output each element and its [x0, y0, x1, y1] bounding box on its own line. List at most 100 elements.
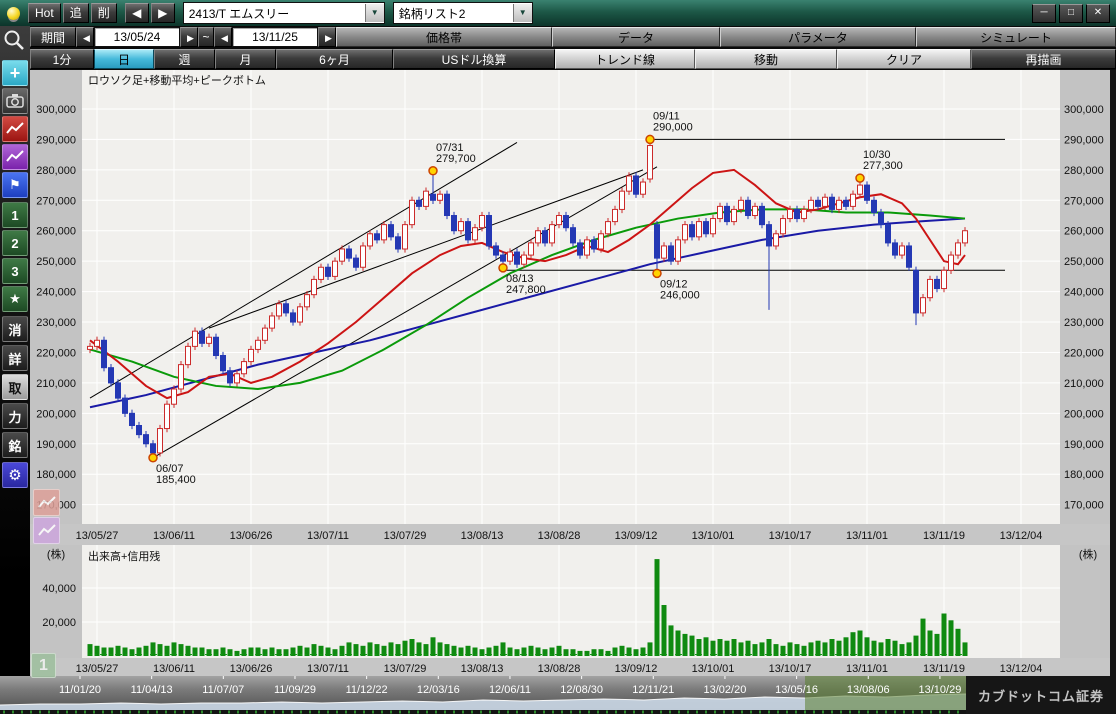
add-symbol-button[interactable]: 追	[63, 3, 89, 23]
svg-text:200,000: 200,000	[36, 408, 76, 420]
window-close-button[interactable]: ✕	[1086, 4, 1110, 23]
svg-text:220,000: 220,000	[1064, 347, 1104, 359]
chart-red-icon[interactable]	[2, 116, 28, 142]
period-label[interactable]: 期間	[30, 27, 76, 47]
erase-icon[interactable]: 消	[2, 316, 28, 342]
svg-text:13/09/12: 13/09/12	[615, 530, 658, 542]
price-band-button[interactable]: 価格帯	[336, 27, 552, 47]
svg-text:220,000: 220,000	[36, 347, 76, 359]
svg-text:180,000: 180,000	[36, 469, 76, 481]
timeframe-toolbar: 1分 日 週 月 6ヶ月 USドル換算 トレンド線 移動 クリア 再描画	[30, 48, 1116, 70]
svg-text:13/02/20: 13/02/20	[704, 684, 747, 696]
svg-text:12/08/30: 12/08/30	[560, 684, 603, 696]
chevron-down-icon[interactable]: ▼	[513, 4, 532, 22]
svg-text:13/10/01: 13/10/01	[692, 530, 735, 542]
flag-icon[interactable]: ⚑	[2, 172, 28, 198]
chevron-down-icon[interactable]: ▼	[365, 4, 384, 22]
window-frame-edge	[1110, 70, 1116, 676]
date-to-field[interactable]: 13/11/25	[232, 27, 318, 47]
main-chart[interactable]: 06/07185,40007/31279,70008/13247,80009/1…	[30, 70, 1116, 676]
svg-text:240,000: 240,000	[36, 287, 76, 299]
hot-button[interactable]: Hot	[28, 3, 61, 23]
tab-6month[interactable]: 6ヶ月	[276, 49, 393, 69]
svg-text:13/06/11: 13/06/11	[153, 530, 195, 542]
svg-text:13/08/06: 13/08/06	[847, 684, 890, 696]
parameter-button[interactable]: パラメータ	[720, 27, 916, 47]
usd-convert-button[interactable]: USドル換算	[393, 49, 555, 69]
svg-text:170,000: 170,000	[1064, 500, 1104, 512]
price-chart-svg: 06/07185,40007/31279,70008/13247,80009/1…	[30, 70, 1116, 676]
svg-text:277,300: 277,300	[863, 160, 903, 172]
chart-purple-faded-icon[interactable]	[33, 517, 60, 544]
pick-icon[interactable]: 取	[2, 374, 28, 400]
svg-text:13/09/12: 13/09/12	[615, 663, 658, 675]
svg-text:185,400: 185,400	[156, 474, 196, 486]
svg-text:190,000: 190,000	[1064, 439, 1104, 451]
title-bar: Hot 追 削 ◀ ▶ 2413/T エムスリー ▼ 銘柄リスト2 ▼ ─ □ …	[0, 0, 1116, 26]
tool-sidebar: + ⚑ 123★ 消詳取力銘 ⚙	[0, 26, 30, 714]
tab-weekly[interactable]: 週	[154, 49, 215, 69]
svg-text:13/08/13: 13/08/13	[461, 663, 504, 675]
preset-3-icon[interactable]: 3	[2, 258, 28, 284]
svg-text:出来高+信用残: 出来高+信用残	[88, 549, 160, 563]
svg-text:13/07/11: 13/07/11	[307, 530, 349, 542]
svg-text:40,000: 40,000	[42, 583, 76, 595]
svg-text:13/08/13: 13/08/13	[461, 530, 504, 542]
date-to-prev-button[interactable]: ◀	[214, 27, 232, 47]
trendline-button[interactable]: トレンド線	[555, 49, 695, 69]
next-symbol-button[interactable]: ▶	[151, 3, 175, 23]
window-minimize-button[interactable]: ─	[1032, 4, 1056, 23]
symbol-select[interactable]: 2413/T エムスリー ▼	[183, 2, 385, 24]
tab-monthly[interactable]: 月	[215, 49, 276, 69]
preset-1-faded-icon[interactable]: 1	[31, 653, 56, 678]
add-tool-icon[interactable]: +	[2, 60, 28, 86]
range-slider[interactable]: 11/01/2011/04/1311/07/0711/09/2911/12/22…	[0, 676, 966, 714]
data-button[interactable]: データ	[552, 27, 720, 47]
brand-select-icon[interactable]: 銘	[2, 432, 28, 458]
preset-1-icon[interactable]: 1	[2, 202, 28, 228]
redraw-button[interactable]: 再描画	[971, 49, 1116, 69]
tab-daily[interactable]: 日	[94, 49, 154, 69]
svg-text:290,000: 290,000	[653, 121, 693, 133]
watchlist-select[interactable]: 銘柄リスト2 ▼	[393, 2, 533, 24]
svg-text:13/11/01: 13/11/01	[846, 663, 888, 675]
svg-text:210,000: 210,000	[36, 378, 76, 390]
watchlist-value: 銘柄リスト2	[394, 5, 513, 22]
bulb-icon	[0, 1, 26, 25]
svg-text:(株): (株)	[1079, 547, 1097, 561]
date-to-next-button[interactable]: ▶	[318, 27, 336, 47]
svg-text:13/05/27: 13/05/27	[76, 663, 119, 675]
svg-text:270,000: 270,000	[1064, 195, 1104, 207]
chart-purple-icon[interactable]	[2, 144, 28, 170]
svg-text:190,000: 190,000	[36, 439, 76, 451]
svg-text:(株): (株)	[47, 547, 65, 561]
move-button[interactable]: 移動	[695, 49, 837, 69]
svg-text:13/12/04: 13/12/04	[1000, 663, 1043, 675]
chart-red-faded-icon[interactable]	[33, 489, 60, 516]
svg-text:13/06/26: 13/06/26	[230, 530, 273, 542]
favorite-star-icon[interactable]: ★	[2, 286, 28, 312]
tab-1min[interactable]: 1分	[30, 49, 94, 69]
symbol-value: 2413/T エムスリー	[184, 5, 365, 22]
power-icon[interactable]: 力	[2, 403, 28, 429]
svg-text:270,000: 270,000	[36, 195, 76, 207]
camera-icon[interactable]	[2, 88, 28, 114]
svg-text:11/04/13: 11/04/13	[131, 684, 173, 696]
date-from-field[interactable]: 13/05/24	[94, 27, 180, 47]
search-icon[interactable]	[2, 28, 28, 54]
svg-text:240,000: 240,000	[1064, 287, 1104, 299]
svg-text:20,000: 20,000	[42, 617, 76, 629]
prev-symbol-button[interactable]: ◀	[125, 3, 149, 23]
detail-icon[interactable]: 詳	[2, 345, 28, 371]
svg-text:230,000: 230,000	[1064, 317, 1104, 329]
preset-2-icon[interactable]: 2	[2, 230, 28, 256]
window-maximize-button[interactable]: □	[1059, 4, 1083, 23]
clear-button[interactable]: クリア	[837, 49, 971, 69]
date-from-prev-button[interactable]: ◀	[76, 27, 94, 47]
delete-symbol-button[interactable]: 削	[91, 3, 117, 23]
date-from-next-button[interactable]: ▶	[180, 27, 198, 47]
svg-text:280,000: 280,000	[36, 165, 76, 177]
simulate-button[interactable]: シミュレート	[916, 27, 1116, 47]
svg-text:250,000: 250,000	[36, 256, 76, 268]
settings-gear-icon[interactable]: ⚙	[2, 462, 28, 488]
